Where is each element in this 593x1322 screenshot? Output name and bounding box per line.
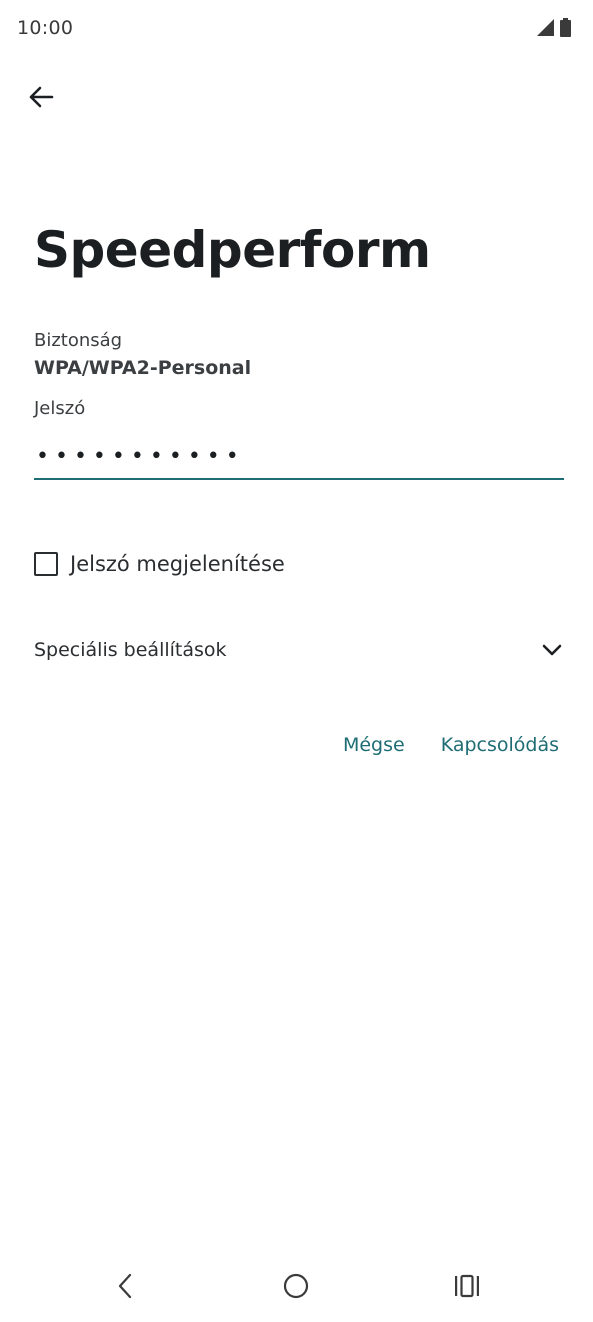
advanced-settings-label: Speciális beállítások [34, 639, 227, 661]
nav-home-icon [283, 1273, 309, 1303]
nav-home-button[interactable] [276, 1268, 316, 1308]
chevron-down-icon [540, 638, 564, 662]
navigation-bar [0, 1254, 593, 1322]
arrow-left-icon [28, 85, 54, 113]
status-time: 10:00 [17, 17, 74, 39]
cancel-button[interactable]: Mégse [343, 730, 405, 760]
dialog-actions: Mégse Kapcsolódás [343, 730, 559, 760]
nav-recents-button[interactable] [447, 1268, 487, 1308]
status-bar: 10:00 [0, 0, 593, 56]
password-label: Jelszó [34, 398, 86, 419]
password-input[interactable] [34, 434, 566, 478]
nav-back-button[interactable] [105, 1268, 145, 1308]
nav-back-icon [117, 1273, 133, 1303]
status-icons [537, 18, 571, 41]
connect-button[interactable]: Kapcsolódás [441, 730, 559, 760]
security-label: Biztonság [34, 330, 123, 351]
show-password-label: Jelszó megjelenítése [70, 552, 285, 576]
network-name-title: Speedperform [34, 221, 431, 279]
nav-recents-icon [454, 1274, 480, 1302]
show-password-row[interactable]: Jelszó megjelenítése [34, 552, 285, 576]
security-value: WPA/WPA2-Personal [34, 357, 252, 379]
show-password-checkbox[interactable] [34, 552, 58, 576]
signal-icon [537, 19, 554, 40]
advanced-settings-row[interactable]: Speciális beállítások [34, 630, 564, 670]
back-button[interactable] [22, 80, 60, 118]
battery-icon [560, 18, 571, 41]
password-field[interactable] [34, 434, 566, 480]
